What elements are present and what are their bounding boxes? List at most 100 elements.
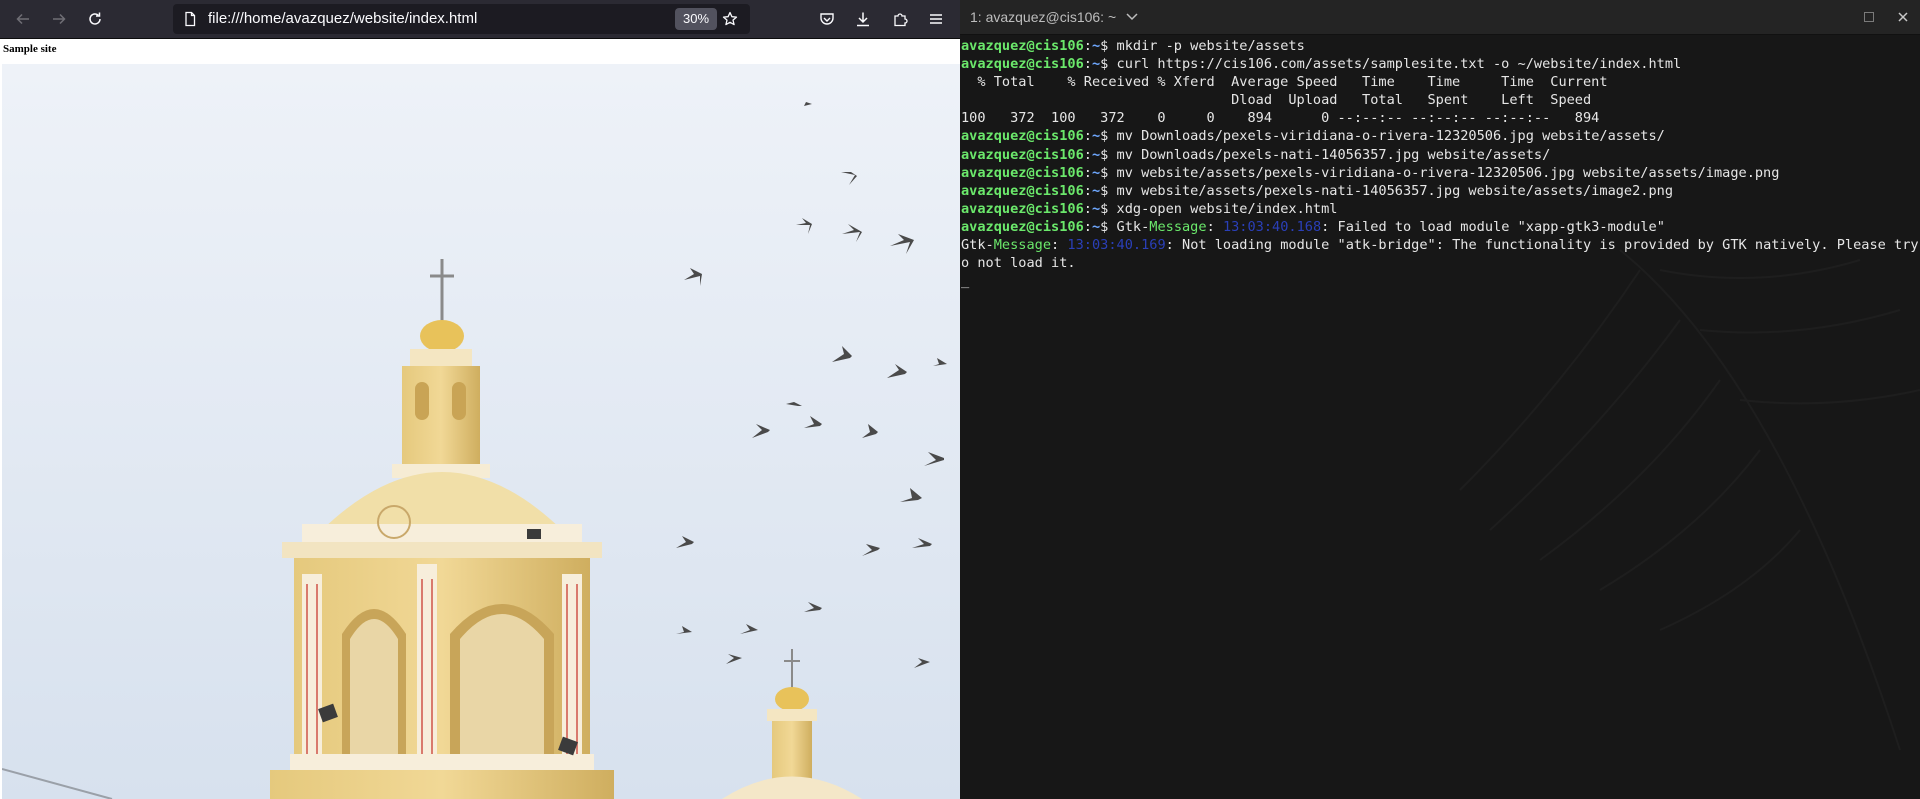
prompt-path: ~ bbox=[1091, 38, 1101, 54]
pocket-button[interactable] bbox=[813, 6, 841, 32]
output-text: 100 372 100 372 0 0 894 0 --:--:-- --:--… bbox=[961, 110, 1600, 127]
extensions-button[interactable] bbox=[886, 6, 914, 32]
prompt-separator: : bbox=[1083, 146, 1092, 163]
gtk-separator: : bbox=[1206, 218, 1223, 235]
prompt-user: avazquez@cis106 bbox=[961, 146, 1084, 163]
gtk-timestamp: 13:03:40.168 bbox=[1222, 218, 1322, 235]
prompt-path: ~ bbox=[1091, 164, 1101, 181]
downloads-button[interactable] bbox=[849, 6, 877, 32]
terminal-output[interactable]: avazquez@cis106:~$ mkdir -p website/asse… bbox=[961, 37, 1919, 290]
prompt-user: avazquez@cis106 bbox=[961, 38, 1084, 54]
back-button[interactable] bbox=[9, 6, 37, 32]
church-photo bbox=[2, 64, 960, 799]
command-text: mv Downloads/pexels-nati-14056357.jpg we… bbox=[1116, 146, 1551, 163]
arrow-left-icon bbox=[16, 13, 29, 25]
zoom-level-button[interactable]: 30% bbox=[675, 8, 718, 30]
prompt-symbol: $ bbox=[1100, 38, 1117, 54]
prompt-path: ~ bbox=[1091, 128, 1101, 145]
terminal-line: avazquez@cis106:~$ mv Downloads/pexels-v… bbox=[961, 127, 1919, 145]
prompt-path: ~ bbox=[1091, 200, 1101, 217]
prompt-symbol: $ bbox=[1100, 164, 1117, 181]
command-text: mv Downloads/pexels-viridiana-o-rivera-1… bbox=[1116, 128, 1665, 145]
prompt-user: avazquez@cis106 bbox=[961, 164, 1084, 181]
download-icon bbox=[857, 12, 869, 27]
gtk-prefix: Gtk- bbox=[1116, 218, 1150, 235]
terminal-line: avazquez@cis106:~$ mkdir -p website/asse… bbox=[961, 37, 1919, 55]
reload-button[interactable] bbox=[81, 6, 109, 32]
browser-toolbar: file:///home/avazquez/website/index.html… bbox=[0, 0, 960, 39]
prompt-path: ~ bbox=[1091, 182, 1101, 199]
forward-button[interactable] bbox=[45, 6, 73, 32]
terminal-line: avazquez@cis106:~$ mv Downloads/pexels-n… bbox=[961, 146, 1919, 164]
terminal-title: 1: avazquez@cis106: ~ bbox=[970, 9, 1117, 25]
chevron-down-icon[interactable] bbox=[1126, 12, 1138, 22]
prompt-user: avazquez@cis106 bbox=[961, 200, 1084, 217]
prompt-separator: : bbox=[1083, 218, 1092, 235]
hamburger-icon bbox=[930, 14, 942, 24]
page-heading: Sample site bbox=[3, 43, 57, 55]
prompt-separator: : bbox=[1083, 128, 1092, 145]
reload-icon bbox=[89, 12, 101, 25]
terminal-line: avazquez@cis106:~$ mv website/assets/pex… bbox=[961, 182, 1919, 200]
prompt-path: ~ bbox=[1091, 146, 1101, 163]
command-text: xdg-open website/index.html bbox=[1116, 200, 1338, 217]
browser-window: file:///home/avazquez/website/index.html… bbox=[0, 0, 960, 799]
url-text[interactable]: file:///home/avazquez/website/index.html bbox=[208, 4, 477, 34]
command-text: mkdir -p website/assets bbox=[1116, 38, 1305, 54]
gtk-message-text: : Failed to load module "xapp-gtk3-modul… bbox=[1321, 218, 1665, 235]
output-text: % Total % Received % Xferd Average Speed… bbox=[961, 74, 1608, 91]
address-bar[interactable]: file:///home/avazquez/website/index.html… bbox=[173, 4, 750, 34]
terminal-window[interactable]: 1: avazquez@cis106: ~ avazquez@cis106:~$… bbox=[960, 0, 1920, 799]
gtk-prefix: Gtk- bbox=[961, 237, 994, 254]
terminal-line: avazquez@cis106:~$ curl https://cis106.c… bbox=[961, 55, 1919, 73]
prompt-separator: : bbox=[1083, 200, 1092, 217]
prompt-separator: : bbox=[1083, 182, 1092, 199]
prompt-separator: : bbox=[1083, 56, 1092, 73]
gtk-timestamp: 13:03:40.169 bbox=[1067, 237, 1166, 254]
prompt-user: avazquez@cis106 bbox=[961, 56, 1084, 73]
prompt-symbol: $ bbox=[1100, 218, 1117, 235]
terminal-titlebar: 1: avazquez@cis106: ~ bbox=[960, 0, 1920, 35]
terminal-line: _ bbox=[961, 272, 1919, 290]
pocket-icon bbox=[820, 13, 834, 25]
prompt-symbol: $ bbox=[1100, 200, 1117, 217]
web-page: Sample site bbox=[0, 39, 960, 799]
prompt-symbol: $ bbox=[1100, 182, 1117, 199]
terminal-line: % Total % Received % Xferd Average Speed… bbox=[961, 73, 1919, 91]
terminal-line: avazquez@cis106:~$ mv website/assets/pex… bbox=[961, 164, 1919, 182]
prompt-path: ~ bbox=[1091, 218, 1101, 235]
prompt-separator: : bbox=[1083, 38, 1092, 54]
gtk-separator: : bbox=[1051, 237, 1068, 254]
page-icon bbox=[185, 11, 196, 27]
puzzle-icon bbox=[894, 13, 908, 27]
prompt-path: ~ bbox=[1091, 56, 1101, 73]
terminal-line: o not load it. bbox=[961, 254, 1919, 272]
star-icon[interactable] bbox=[722, 11, 738, 27]
command-text: mv website/assets/pexels-viridiana-o-riv… bbox=[1116, 164, 1780, 181]
prompt-symbol: $ bbox=[1100, 56, 1117, 73]
menu-button[interactable] bbox=[922, 6, 950, 32]
gtk-message-text: : Not loading module "atk-bridge": The f… bbox=[1165, 237, 1920, 254]
gtk-message-label: Message bbox=[993, 237, 1052, 254]
wallpaper-leaf-art bbox=[1459, 249, 1920, 751]
prompt-user: avazquez@cis106 bbox=[961, 218, 1084, 235]
close-icon[interactable] bbox=[1896, 10, 1910, 24]
terminal-line: Gtk-Message: 13:03:40.169: Not loading m… bbox=[961, 236, 1919, 254]
terminal-line: avazquez@cis106:~$ Gtk-Message: 13:03:40… bbox=[961, 218, 1919, 236]
maximize-icon[interactable] bbox=[1862, 10, 1876, 24]
prompt-symbol: $ bbox=[1100, 128, 1117, 145]
command-text: curl https://cis106.com/assets/samplesit… bbox=[1116, 56, 1682, 73]
gtk-message-label: Message bbox=[1149, 218, 1207, 235]
arrow-right-icon bbox=[53, 13, 66, 25]
prompt-user: avazquez@cis106 bbox=[961, 182, 1084, 199]
command-text: mv website/assets/pexels-nati-14056357.j… bbox=[1116, 182, 1674, 199]
prompt-separator: : bbox=[1083, 164, 1092, 181]
prompt-symbol: $ bbox=[1100, 146, 1117, 163]
output-text: _ bbox=[961, 273, 970, 290]
terminal-line: 100 372 100 372 0 0 894 0 --:--:-- --:--… bbox=[961, 109, 1919, 127]
output-text: Dload Upload Total Spent Left Speed bbox=[961, 92, 1592, 109]
terminal-line: avazquez@cis106:~$ xdg-open website/inde… bbox=[961, 200, 1919, 218]
prompt-user: avazquez@cis106 bbox=[961, 128, 1084, 145]
terminal-line: Dload Upload Total Spent Left Speed bbox=[961, 91, 1919, 109]
output-text: o not load it. bbox=[961, 255, 1076, 272]
